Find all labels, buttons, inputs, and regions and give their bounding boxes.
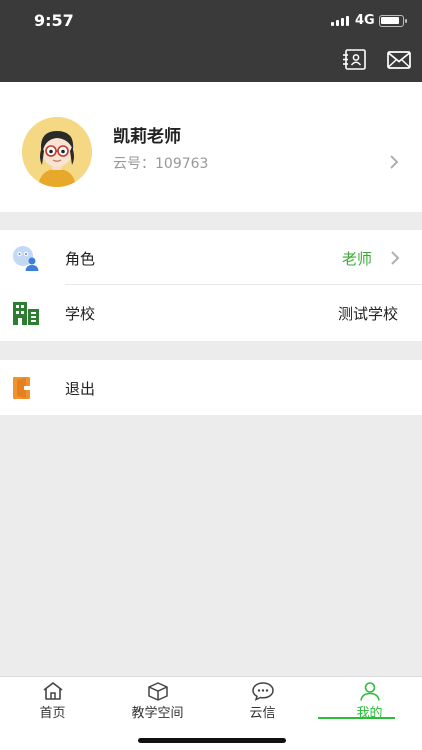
- school-label: 学校: [65, 305, 96, 323]
- logout-section: 退出: [0, 360, 422, 415]
- chevron-right-icon: [390, 155, 399, 169]
- tab-mine[interactable]: 我的: [317, 677, 422, 721]
- status-bar: 9:57 4G: [0, 0, 422, 40]
- tab-teaching-space-label: 教学空间: [131, 706, 184, 721]
- status-time: 9:57: [34, 11, 74, 30]
- network-type: 4G: [355, 13, 375, 28]
- home-indicator: [138, 738, 286, 743]
- tab-home[interactable]: 首页: [0, 677, 105, 721]
- school-building-icon: [13, 302, 39, 325]
- info-section: 角色 老师 学校 测试学校: [0, 230, 422, 341]
- chat-bubble-icon: [251, 682, 274, 701]
- nav-bar: [0, 40, 422, 82]
- person-icon: [359, 682, 380, 701]
- profile-id: 云号：109763: [113, 156, 209, 172]
- battery-icon: [379, 15, 407, 27]
- role-label: 角色: [65, 250, 96, 268]
- role-value: 老师: [341, 250, 372, 268]
- contacts-book-icon[interactable]: [342, 48, 368, 72]
- tab-cloud-message-label: 云信: [249, 706, 276, 721]
- logout-row[interactable]: 退出: [0, 360, 422, 415]
- role-users-icon: [13, 246, 39, 271]
- envelope-icon[interactable]: [386, 48, 412, 72]
- signal-icon: [331, 16, 349, 26]
- profile-card[interactable]: 凯莉老师 云号：109763: [0, 82, 422, 212]
- school-value: 测试学校: [337, 305, 398, 323]
- chevron-right-icon: [391, 251, 400, 265]
- school-row[interactable]: 学校 测试学校: [0, 285, 422, 340]
- profile-name: 凯莉老师: [113, 127, 181, 147]
- logout-label: 退出: [65, 380, 96, 398]
- role-row[interactable]: 角色 老师: [0, 230, 422, 285]
- active-tab-indicator: [318, 717, 395, 719]
- tab-home-label: 首页: [39, 706, 66, 721]
- logout-icon: [13, 377, 39, 399]
- tab-cloud-message[interactable]: 云信: [210, 677, 315, 721]
- teacher-avatar-icon: [22, 117, 92, 187]
- home-icon: [43, 682, 62, 700]
- cube-icon: [147, 682, 168, 701]
- tab-teaching-space[interactable]: 教学空间: [105, 677, 210, 721]
